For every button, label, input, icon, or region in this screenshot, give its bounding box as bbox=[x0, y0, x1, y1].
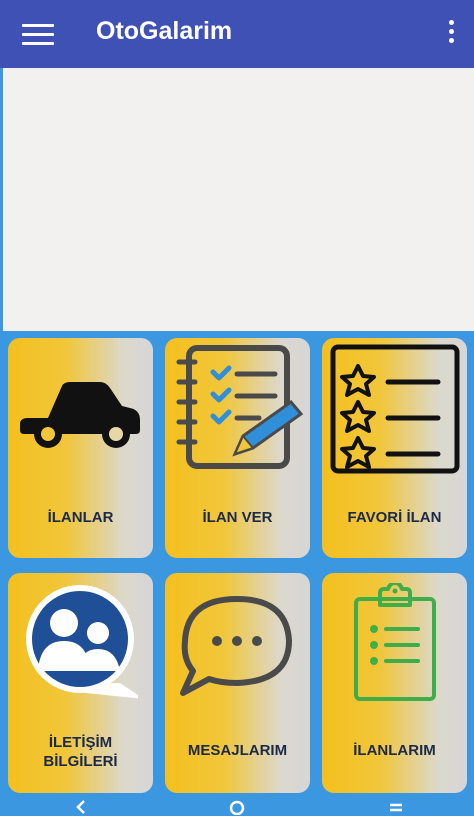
tile-label: İLANLAR bbox=[47, 509, 114, 526]
clipboard-list-icon bbox=[354, 583, 436, 701]
tile-mesajlarim[interactable]: MESAJLARIM bbox=[165, 573, 310, 793]
system-nav-bar bbox=[0, 797, 474, 816]
car-icon bbox=[20, 382, 140, 448]
star-list-icon bbox=[330, 344, 460, 474]
contacts-icon bbox=[26, 585, 138, 699]
tile-iletisim-bilgileri[interactable]: İLETİŞİM BİLGİLERİ bbox=[8, 573, 153, 793]
tile-label-line1: İLETİŞİM bbox=[48, 734, 113, 751]
tile-label: FAVORİ İLAN bbox=[347, 509, 442, 526]
tile-ilanlarim[interactable]: İLANLARIM bbox=[322, 573, 467, 793]
notebook-checklist-pencil-icon bbox=[176, 345, 303, 469]
menu-grid: İLANLAR İLAN VER FAVORİ İLAN İLETİŞİM Bİ… bbox=[0, 331, 474, 797]
tile-ilan-ver[interactable]: İLAN VER bbox=[165, 338, 310, 558]
menu-icon[interactable] bbox=[22, 20, 54, 48]
chat-bubble-icon bbox=[180, 596, 292, 696]
more-vert-icon[interactable] bbox=[446, 20, 456, 48]
app-bar: OtoGalarim bbox=[0, 0, 474, 68]
banner-area bbox=[3, 68, 474, 331]
tile-ilanlar[interactable]: İLANLAR bbox=[8, 338, 153, 558]
tile-label: İLANLARIM bbox=[353, 742, 436, 759]
back-icon[interactable] bbox=[74, 799, 88, 815]
tile-favori-ilan[interactable]: FAVORİ İLAN bbox=[322, 338, 467, 558]
home-icon[interactable] bbox=[229, 799, 245, 815]
app-title: OtoGalarim bbox=[96, 17, 233, 45]
tile-label: İLAN VER bbox=[202, 509, 273, 526]
tile-label: MESAJLARIM bbox=[187, 742, 288, 759]
tile-label-line2: BİLGİLERİ bbox=[43, 753, 118, 770]
recents-icon[interactable] bbox=[388, 799, 404, 815]
